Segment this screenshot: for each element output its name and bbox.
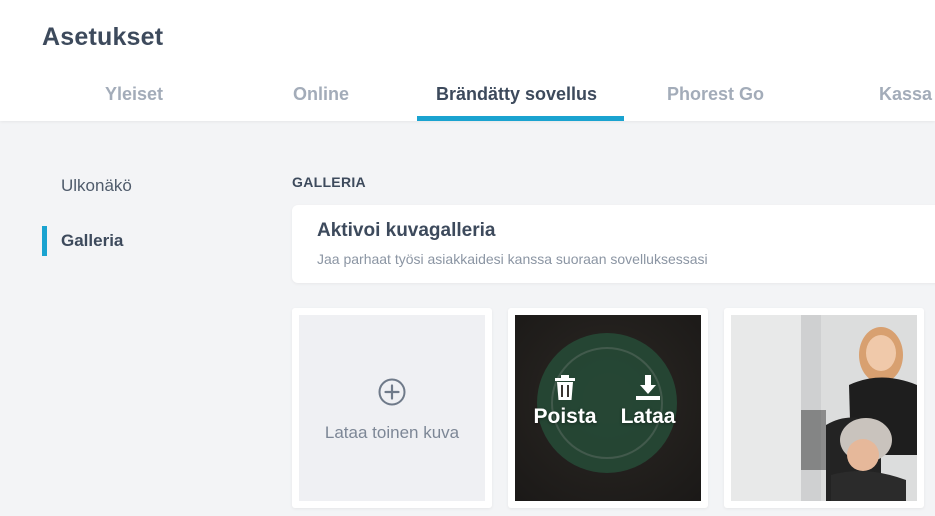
tab-phorest-go[interactable]: Phorest Go xyxy=(667,84,764,105)
tab-kassa[interactable]: Kassa xyxy=(879,84,932,105)
gallery-image-tile: Poista Lataa xyxy=(508,308,708,508)
trash-icon xyxy=(555,375,575,400)
section-label: GALLERIA xyxy=(292,174,366,190)
download-label: Lataa xyxy=(620,405,676,428)
gallery-image-award: Poista Lataa xyxy=(515,315,701,501)
upload-image-button[interactable]: Lataa toinen kuva xyxy=(299,315,485,501)
upload-label: Lataa toinen kuva xyxy=(324,423,460,442)
gallery-image-tile xyxy=(724,308,924,508)
upload-tile: Lataa toinen kuva xyxy=(292,308,492,508)
tab-online[interactable]: Online xyxy=(293,84,349,105)
salon-photo xyxy=(731,315,917,501)
gallery-image-salon[interactable] xyxy=(731,315,917,501)
card-subtitle: Jaa parhaat työsi asiakkaidesi kanssa su… xyxy=(317,251,708,267)
page-title: Asetukset xyxy=(42,23,164,51)
delete-image-button[interactable]: Poista xyxy=(525,375,605,429)
sidebar-active-indicator xyxy=(42,226,47,256)
delete-label: Poista xyxy=(533,405,597,428)
plus-circle-icon xyxy=(378,378,406,406)
sidebar-item-ulkonako[interactable]: Ulkonäkö xyxy=(61,176,132,196)
active-tab-indicator xyxy=(417,116,624,121)
sidebar-item-galleria[interactable]: Galleria xyxy=(61,231,123,251)
tab-brandatty-sovellus[interactable]: Brändätty sovellus xyxy=(436,84,597,105)
gallery-activation-card[interactable]: Aktivoi kuvagalleria Jaa parhaat työsi a… xyxy=(292,205,935,283)
tab-yleiset[interactable]: Yleiset xyxy=(105,84,163,105)
download-icon xyxy=(636,375,660,400)
download-image-button[interactable]: Lataa xyxy=(608,375,688,429)
header: Asetukset Yleiset Online Brändätty sovel… xyxy=(0,0,935,121)
card-title: Aktivoi kuvagalleria xyxy=(317,220,496,241)
